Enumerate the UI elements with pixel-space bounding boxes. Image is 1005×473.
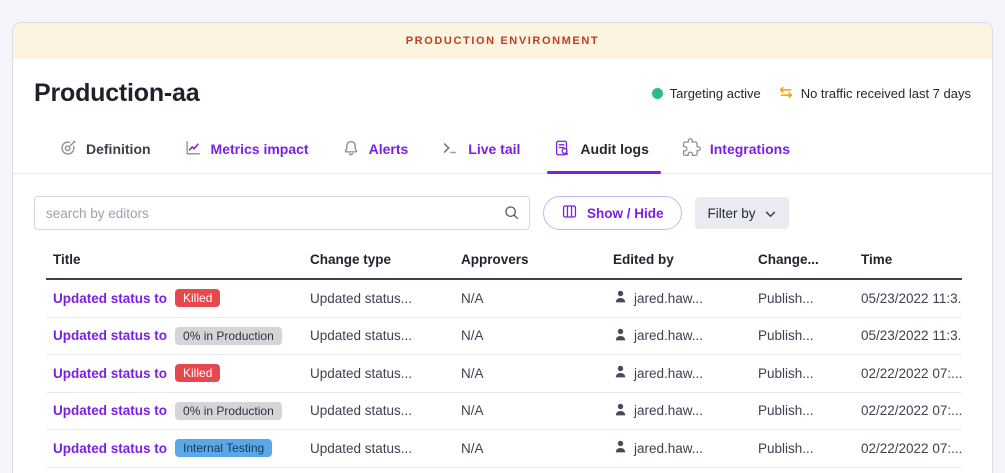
row-approvers: N/A <box>461 291 613 306</box>
row-change: Publish... <box>758 441 861 456</box>
tab-label: Metrics impact <box>211 141 309 157</box>
row-editor-name: jared.haw... <box>634 403 703 418</box>
tab-metrics-impact[interactable]: Metrics impact <box>184 138 309 173</box>
green-dot-icon <box>652 88 663 99</box>
row-title-link[interactable]: Updated status to <box>53 366 167 381</box>
environment-banner-label: PRODUCTION ENVIRONMENT <box>406 35 599 47</box>
row-edited-by: jared.haw... <box>613 327 758 345</box>
row-approvers: N/A <box>461 441 613 456</box>
row-title-link[interactable]: Updated status to <box>53 441 167 456</box>
targeting-status-label: Targeting active <box>670 86 761 101</box>
traffic-status-label: No traffic received last 7 days <box>801 86 971 101</box>
environment-banner: PRODUCTION ENVIRONMENT <box>13 23 992 59</box>
metrics-chart-icon <box>184 139 202 160</box>
tab-integrations[interactable]: Integrations <box>682 138 790 173</box>
tab-definition[interactable]: Definition <box>59 138 151 173</box>
row-approvers: N/A <box>461 403 613 418</box>
row-editor-name: jared.haw... <box>634 441 703 456</box>
person-icon <box>613 327 628 345</box>
columns-icon <box>561 203 578 223</box>
row-change: Publish... <box>758 328 861 343</box>
column-header-edited-by: Edited by <box>613 252 758 267</box>
filter-by-label: Filter by <box>708 206 756 221</box>
row-edited-by: jared.haw... <box>613 439 758 457</box>
page-title: Production-aa <box>34 79 199 108</box>
chevron-down-icon <box>765 206 776 221</box>
row-edited-by: jared.haw... <box>613 364 758 382</box>
person-icon <box>613 289 628 307</box>
status-badge: 0% in Production <box>175 402 282 420</box>
row-editor-name: jared.haw... <box>634 366 703 381</box>
column-header-approvers: Approvers <box>461 252 613 267</box>
table-row[interactable]: Updated status to Internal Testing Updat… <box>46 430 962 468</box>
definition-icon <box>59 139 77 160</box>
row-approvers: N/A <box>461 328 613 343</box>
row-title-link[interactable]: Updated status to <box>53 403 167 418</box>
row-change-type: Updated status... <box>310 291 461 306</box>
row-edited-by: jared.haw... <box>613 402 758 420</box>
tab-bar: Definition Metrics impact Alerts <box>13 120 992 174</box>
terminal-icon <box>441 139 459 160</box>
bell-icon <box>342 139 360 160</box>
table-row[interactable]: Updated status to 0% in Production Updat… <box>46 393 962 431</box>
search-input[interactable] <box>34 196 530 230</box>
status-badge: 0% in Production <box>175 327 282 345</box>
row-edited-by: jared.haw... <box>613 289 758 307</box>
person-icon <box>613 402 628 420</box>
tab-label: Definition <box>86 141 151 157</box>
row-change: Publish... <box>758 366 861 381</box>
row-change: Publish... <box>758 291 861 306</box>
show-hide-button[interactable]: Show / Hide <box>543 196 682 230</box>
swap-arrows-icon <box>778 86 794 102</box>
column-header-change: Change... <box>758 252 861 267</box>
tab-label: Audit logs <box>580 141 648 157</box>
table-row[interactable]: Updated status to Killed Updated status.… <box>46 355 962 393</box>
row-title-link[interactable]: Updated status to <box>53 291 167 306</box>
tab-label: Alerts <box>369 141 409 157</box>
status-group: Targeting active No traffic received las… <box>652 86 971 102</box>
tab-audit-logs[interactable]: Audit logs <box>553 138 648 173</box>
row-editor-name: jared.haw... <box>634 291 703 306</box>
audit-log-icon <box>553 139 571 160</box>
row-time: 05/23/2022 11:3... <box>861 328 962 343</box>
tab-live-tail[interactable]: Live tail <box>441 138 520 173</box>
row-editor-name: jared.haw... <box>634 328 703 343</box>
tab-label: Integrations <box>710 141 790 157</box>
page-header: Production-aa Targeting active No traffi… <box>13 59 992 120</box>
table-header: Title Change type Approvers Edited by Ch… <box>46 246 962 280</box>
person-icon <box>613 364 628 382</box>
row-approvers: N/A <box>461 366 613 381</box>
person-icon <box>613 439 628 457</box>
row-change-type: Updated status... <box>310 328 461 343</box>
row-change: Publish... <box>758 403 861 418</box>
status-badge: Internal Testing <box>175 439 272 457</box>
row-time: 02/22/2022 07:... <box>861 403 962 418</box>
tab-alerts[interactable]: Alerts <box>342 138 409 173</box>
filter-by-button[interactable]: Filter by <box>695 197 789 229</box>
status-badge: Killed <box>175 289 220 307</box>
targeting-status: Targeting active <box>652 86 761 101</box>
row-change-type: Updated status... <box>310 441 461 456</box>
row-time: 02/22/2022 07:... <box>861 366 962 381</box>
row-title-link[interactable]: Updated status to <box>53 328 167 343</box>
search-box <box>34 196 530 230</box>
row-time: 05/23/2022 11:3... <box>861 291 962 306</box>
table-row[interactable]: Updated status to 0% in Production Updat… <box>46 318 962 356</box>
tab-label: Live tail <box>468 141 520 157</box>
audit-log-table: Title Change type Approvers Edited by Ch… <box>46 246 962 468</box>
show-hide-label: Show / Hide <box>587 206 664 221</box>
column-header-change-type: Change type <box>310 252 461 267</box>
puzzle-icon <box>682 138 701 160</box>
audit-toolbar: Show / Hide Filter by <box>34 196 971 230</box>
row-change-type: Updated status... <box>310 366 461 381</box>
status-badge: Killed <box>175 364 220 382</box>
environment-card: PRODUCTION ENVIRONMENT Production-aa Tar… <box>12 22 993 473</box>
traffic-status: No traffic received last 7 days <box>778 86 971 102</box>
search-icon <box>503 204 520 226</box>
column-header-title: Title <box>53 252 310 267</box>
row-change-type: Updated status... <box>310 403 461 418</box>
row-time: 02/22/2022 07:... <box>861 441 962 456</box>
table-row[interactable]: Updated status to Killed Updated status.… <box>46 280 962 318</box>
column-header-time: Time <box>861 252 962 267</box>
